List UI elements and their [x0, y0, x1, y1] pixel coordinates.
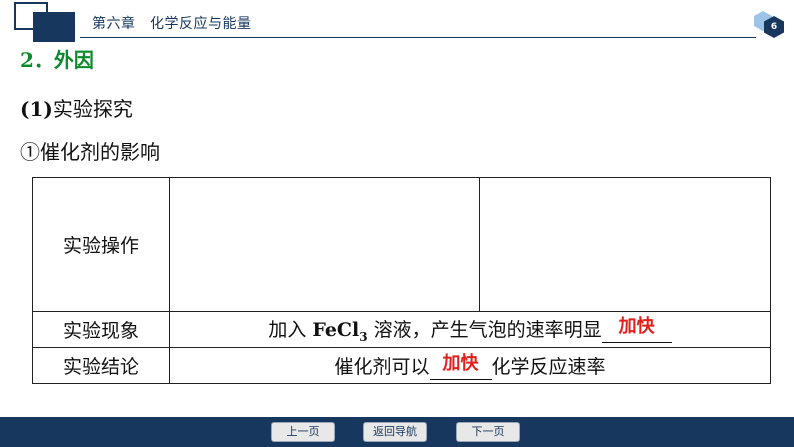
phenomenon-text-before: 加入	[268, 319, 313, 342]
section-heading: 2．外因	[20, 44, 94, 73]
answer-text: 加快	[618, 316, 655, 338]
chapter-title: 第六章 化学反应与能量	[92, 16, 252, 32]
operation-cell-right	[479, 177, 771, 312]
row-label: 实验结论	[32, 347, 170, 384]
heading-number: 2．	[20, 48, 54, 72]
header-divider	[80, 37, 756, 38]
answer-blank: 加快	[429, 352, 492, 380]
table-row: 实验现象 加入 FeCl3 溶液，产生气泡的速率明显 加快	[32, 311, 771, 348]
operation-cell-left	[169, 177, 480, 312]
conclusion-text-before: 催化剂可以	[334, 355, 430, 378]
row-label: 实验现象	[32, 311, 170, 348]
back-to-nav-button[interactable]: 返回导航	[363, 422, 427, 442]
experiment-table: 实验操作 实验现象 加入 FeCl3 溶液，产生气泡的速率明显 加快 实验结论 催…	[32, 177, 771, 384]
formula: FeCl3	[312, 319, 368, 344]
conclusion-cell: 催化剂可以 加快 化学反应速率	[169, 347, 771, 384]
heading-text: 外因	[53, 48, 94, 72]
footer-bar: 上一页 返回导航 下一页	[0, 417, 794, 447]
answer-blank: 加快	[601, 316, 672, 344]
answer-text: 加快	[442, 352, 479, 374]
table-row: 实验操作	[32, 177, 771, 312]
subsection-text: 实验探究	[52, 97, 133, 121]
row-label: 实验操作	[32, 177, 170, 312]
prev-page-button[interactable]: 上一页	[271, 422, 335, 442]
phenomenon-text-after: 溶液，产生气泡的速率明显	[367, 319, 602, 342]
table-row: 实验结论 催化剂可以 加快 化学反应速率	[32, 347, 771, 384]
subsection-label: (1)	[20, 97, 53, 121]
phenomenon-cell: 加入 FeCl3 溶液，产生气泡的速率明显 加快	[169, 311, 771, 348]
formula-subscript: 3	[359, 329, 368, 344]
page-number: 6	[770, 22, 778, 32]
next-page-button[interactable]: 下一页	[456, 422, 520, 442]
item-title: ①催化剂的影响	[20, 140, 160, 164]
conclusion-text-after: 化学反应速率	[491, 355, 606, 378]
subsection-title: (1)实验探究	[20, 93, 133, 122]
formula-main: FeCl	[312, 319, 360, 342]
header-decor-block	[33, 12, 75, 42]
